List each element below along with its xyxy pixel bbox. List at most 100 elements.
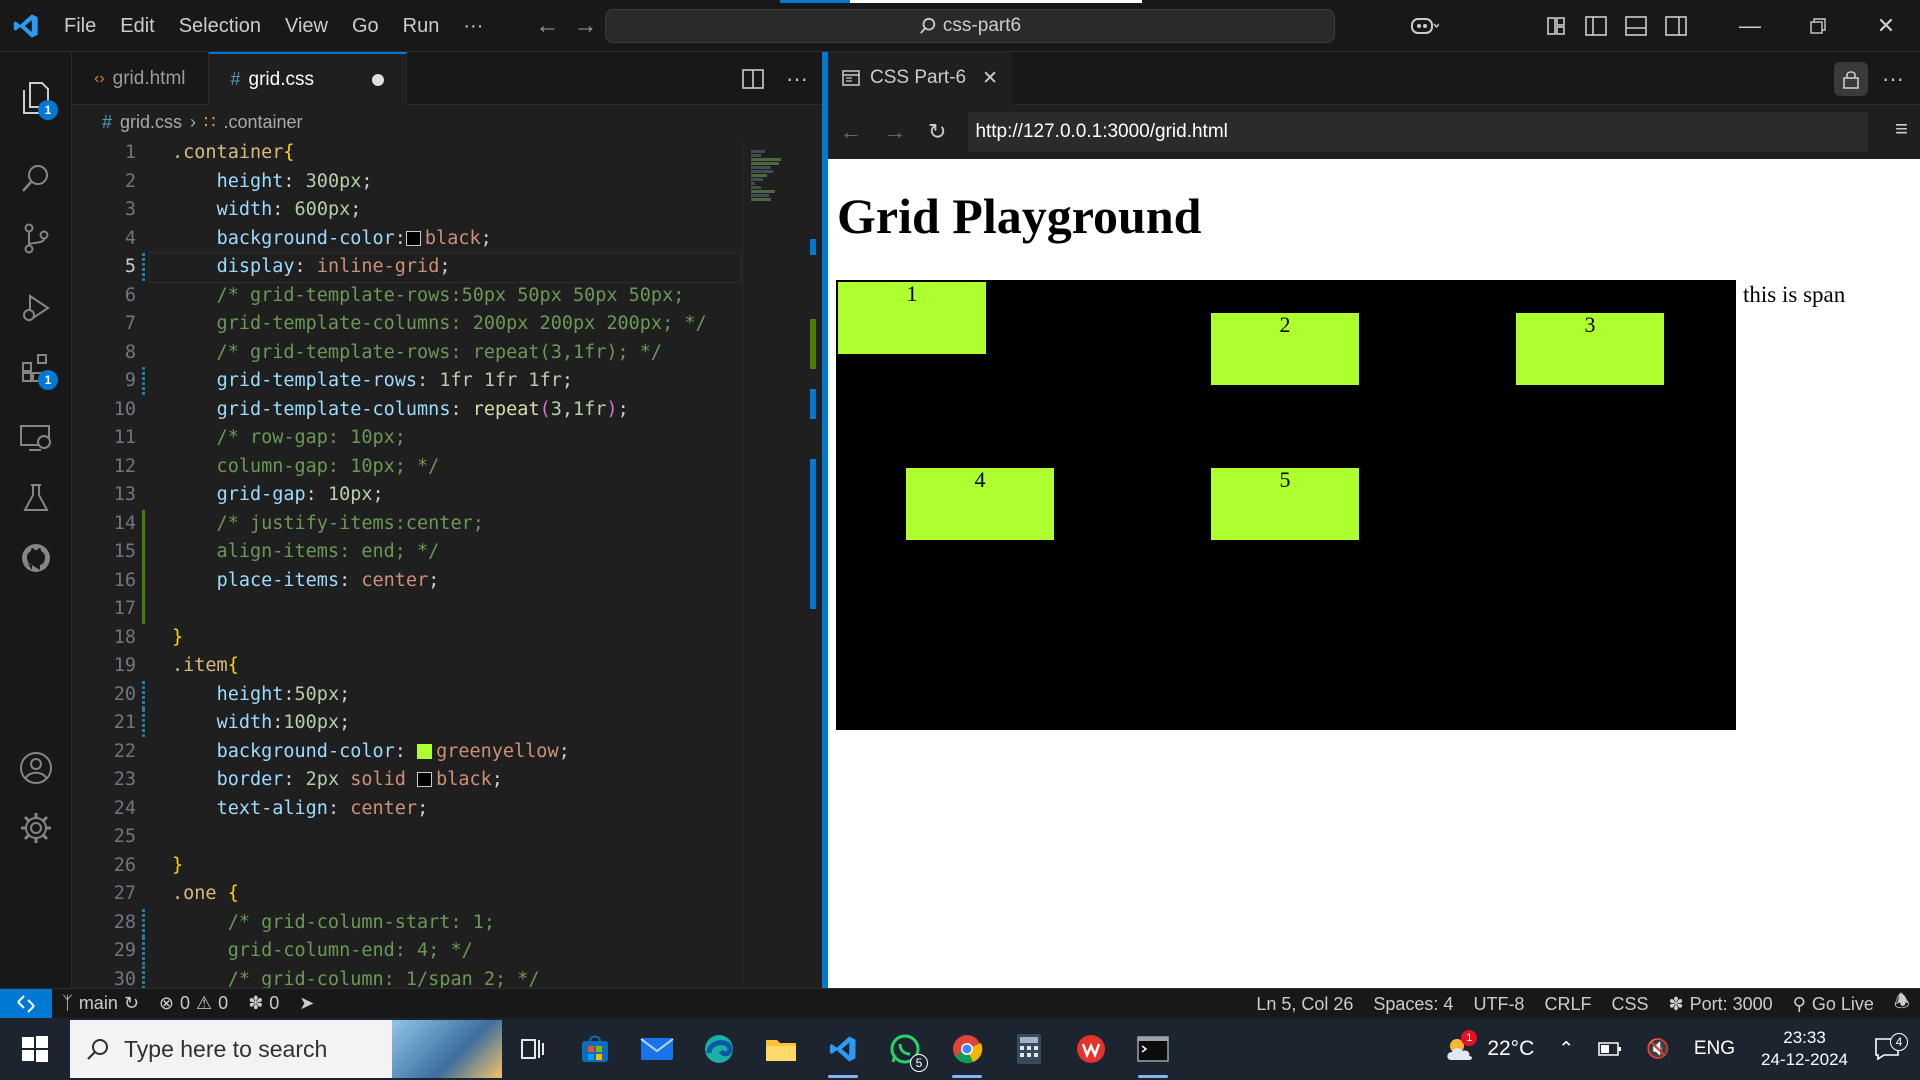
language-mode[interactable]: CSS xyxy=(1601,994,1658,1015)
remote-indicator-icon[interactable] xyxy=(0,988,52,1019)
color-swatch-greenyellow[interactable] xyxy=(417,743,433,759)
gutter-decoration[interactable] xyxy=(136,168,150,197)
windows-start-icon[interactable] xyxy=(0,1018,70,1080)
terminal-icon[interactable] xyxy=(1122,1018,1184,1080)
notification-center-icon[interactable]: 4 xyxy=(1862,1033,1920,1061)
mail-icon[interactable] xyxy=(626,1018,688,1080)
end-of-line[interactable]: CRLF xyxy=(1534,994,1601,1015)
color-swatch-black[interactable] xyxy=(417,772,433,787)
gutter-decoration[interactable] xyxy=(136,509,150,539)
more-actions-icon[interactable]: ··· xyxy=(786,66,808,92)
menu-view[interactable]: View xyxy=(273,0,340,52)
minimize-button[interactable]: — xyxy=(1716,0,1784,52)
menu-file[interactable]: File xyxy=(52,0,108,52)
line-number[interactable]: 3 xyxy=(72,196,136,225)
line-number[interactable]: 4 xyxy=(72,225,136,254)
line-number[interactable]: 1 xyxy=(72,139,136,168)
line-number[interactable]: 15 xyxy=(72,538,136,567)
line-number[interactable]: 5 xyxy=(72,253,136,282)
line-number[interactable]: 12 xyxy=(72,453,136,482)
tab-grid-html[interactable]: ‹› grid.html xyxy=(72,52,209,105)
browser-back-icon[interactable]: ← xyxy=(840,119,862,145)
code-editor[interactable]: 1 .container{ 2 height: 300px; 3 width: 6… xyxy=(72,139,742,988)
problems-status[interactable]: ⊗ 0 ⚠ 0 xyxy=(149,993,238,1014)
edge-browser-icon[interactable] xyxy=(688,1018,750,1080)
color-swatch-black[interactable] xyxy=(405,230,421,246)
line-number[interactable]: 26 xyxy=(72,852,136,881)
sync-icon[interactable]: ↻ xyxy=(124,993,139,1014)
editor-scrollbar[interactable] xyxy=(806,139,822,988)
line-number[interactable]: 13 xyxy=(72,481,136,510)
chrome-icon[interactable] xyxy=(936,1018,998,1080)
gutter-decoration[interactable] xyxy=(136,253,150,282)
lock-group-icon[interactable] xyxy=(1834,61,1869,96)
line-number[interactable]: 16 xyxy=(72,567,136,596)
show-hidden-icons-chevron-icon[interactable]: ⌃ xyxy=(1546,1038,1586,1061)
line-number[interactable]: 20 xyxy=(72,681,136,710)
gutter-decoration[interactable] xyxy=(136,823,150,852)
line-number[interactable]: 17 xyxy=(72,595,136,624)
tab-grid-css[interactable]: # grid.css xyxy=(208,52,407,105)
gutter-decoration[interactable] xyxy=(136,453,150,482)
toggle-panel-icon[interactable] xyxy=(1616,0,1656,52)
line-number[interactable]: 24 xyxy=(72,795,136,824)
gutter-decoration[interactable] xyxy=(136,196,150,225)
vscode-taskbar-icon[interactable] xyxy=(812,1018,874,1080)
reload-icon[interactable]: ↻ xyxy=(928,119,946,145)
notifications-bell-icon[interactable]: 🕭 xyxy=(1884,989,1920,1019)
line-number[interactable]: 14 xyxy=(72,510,136,539)
volume-muted-icon[interactable]: 🔇 xyxy=(1634,1037,1682,1061)
line-number[interactable]: 27 xyxy=(72,880,136,909)
battery-icon[interactable] xyxy=(1586,1041,1634,1057)
go-live-button[interactable]: ⚲ Go Live xyxy=(1783,994,1884,1015)
microsoft-store-icon[interactable] xyxy=(564,1018,626,1080)
wps-office-icon[interactable] xyxy=(1060,1018,1122,1080)
command-center[interactable]: css-part6 xyxy=(605,9,1335,43)
live-share-icon[interactable]: ➤ xyxy=(289,993,324,1014)
url-input[interactable]: http://127.0.0.1:3000/grid.html xyxy=(968,112,1869,152)
gutter-decoration[interactable] xyxy=(136,937,150,966)
line-number[interactable]: 23 xyxy=(72,766,136,795)
toggle-secondary-sidebar-icon[interactable] xyxy=(1656,0,1696,52)
gutter-decoration[interactable] xyxy=(136,424,150,453)
file-explorer-icon[interactable] xyxy=(750,1018,812,1080)
weather-widget[interactable]: 1 22°C xyxy=(1431,1030,1546,1064)
breadcrumb-file[interactable]: grid.css xyxy=(120,112,182,133)
line-number[interactable]: 28 xyxy=(72,909,136,938)
taskbar-search-input[interactable]: Type here to search xyxy=(70,1020,502,1078)
gutter-decoration[interactable] xyxy=(136,795,150,824)
close-tab-icon[interactable]: ✕ xyxy=(982,67,998,90)
menu-more[interactable]: ··· xyxy=(451,0,495,52)
restore-button[interactable] xyxy=(1784,0,1852,52)
line-number[interactable]: 22 xyxy=(72,738,136,767)
split-editor-icon[interactable] xyxy=(742,68,764,89)
gutter-decoration[interactable] xyxy=(136,852,150,881)
gutter-decoration[interactable] xyxy=(136,908,150,938)
whatsapp-icon[interactable]: 5 xyxy=(874,1018,936,1080)
line-number[interactable]: 11 xyxy=(72,424,136,453)
close-window-button[interactable]: ✕ xyxy=(1852,0,1920,52)
more-actions-icon[interactable]: ··· xyxy=(1882,66,1904,92)
github-icon[interactable] xyxy=(0,522,72,594)
gutter-decoration[interactable] xyxy=(136,481,150,510)
indentation[interactable]: Spaces: 4 xyxy=(1363,994,1463,1015)
gutter-decoration[interactable] xyxy=(136,965,150,988)
gutter-decoration[interactable] xyxy=(136,310,150,339)
line-number[interactable]: 21 xyxy=(72,709,136,738)
unsaved-dot-icon[interactable] xyxy=(372,73,384,86)
gutter-decoration[interactable] xyxy=(136,624,150,653)
line-number[interactable]: 30 xyxy=(72,966,136,989)
gutter-decoration[interactable] xyxy=(136,766,150,795)
browser-forward-icon[interactable]: → xyxy=(884,119,906,145)
gutter-decoration[interactable] xyxy=(136,680,150,710)
gutter-decoration[interactable] xyxy=(136,738,150,767)
tab-css-part-6[interactable]: CSS Part-6 ✕ xyxy=(828,51,1013,105)
gutter-decoration[interactable] xyxy=(136,367,150,396)
explorer-icon[interactable]: 1 xyxy=(0,62,72,134)
source-control-icon[interactable] xyxy=(0,202,72,274)
toggle-primary-sidebar-icon[interactable] xyxy=(1576,0,1616,52)
gutter-decoration[interactable] xyxy=(136,225,150,254)
customize-layout-icon[interactable] xyxy=(1536,0,1576,52)
browser-menu-icon[interactable]: ≡ xyxy=(1895,116,1908,142)
ports-status[interactable]: ✽ 0 xyxy=(238,993,289,1014)
